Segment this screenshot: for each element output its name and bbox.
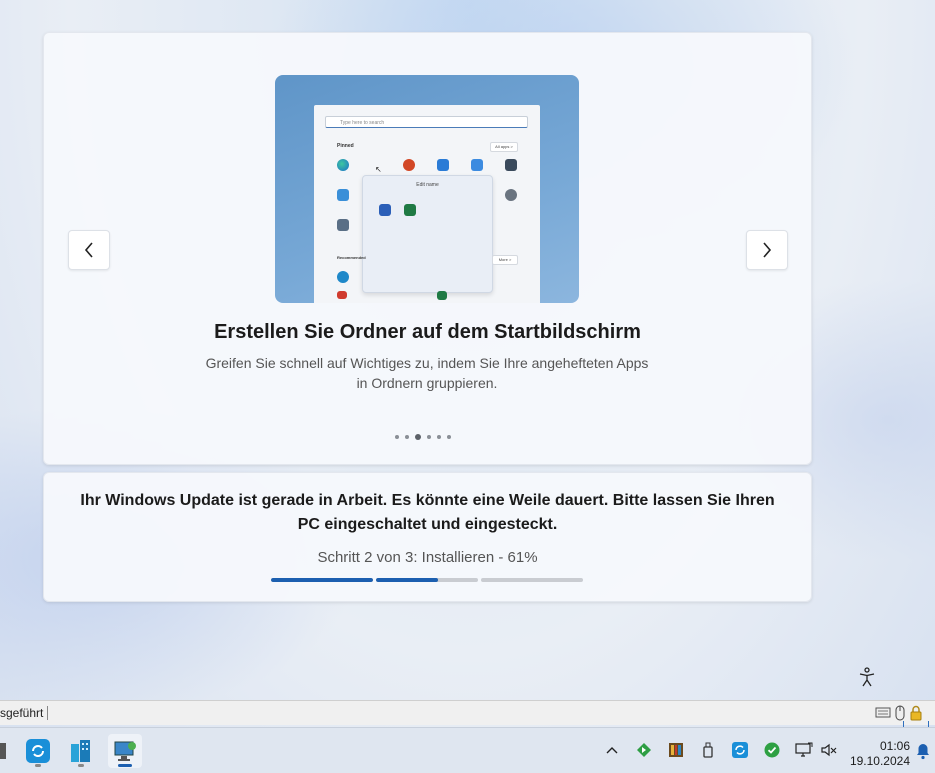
show-hidden-icons-button[interactable] [602, 740, 622, 760]
start-menu-preview: Type here to search Pinned All apps > Ed… [314, 105, 540, 303]
notifications-button[interactable] [915, 742, 933, 760]
calendar-icon [471, 159, 483, 171]
start-search-preview: Type here to search [325, 116, 528, 128]
chevron-left-icon [84, 242, 93, 258]
excel-icon [404, 204, 416, 216]
carousel-dot-active[interactable] [415, 434, 421, 440]
calculator-icon [337, 219, 349, 231]
remote-desktop-icon [114, 741, 136, 761]
accessibility-icon [859, 667, 875, 687]
checkmark-shield-icon [764, 742, 780, 758]
pdf-icon [337, 291, 347, 299]
mail-icon [437, 159, 449, 171]
taskbar-active-indicator [118, 764, 132, 767]
store-icon [505, 159, 517, 171]
pinned-label: Pinned [337, 143, 354, 149]
app-icon [0, 743, 6, 759]
all-apps-label: All apps > [490, 142, 518, 152]
taskbar-app-sync[interactable] [21, 734, 55, 768]
update-message: Ihr Windows Update ist gerade in Arbeit.… [80, 492, 775, 533]
taskbar-app-partial[interactable] [0, 734, 12, 768]
taskbar: 01:06 19.10.2024 [0, 727, 935, 773]
slide-description: Greifen Sie schnell auf Wichtiges zu, in… [205, 355, 649, 391]
previous-slide-button[interactable] [68, 230, 110, 270]
taskbar-running-indicator [78, 764, 84, 767]
edge-icon [337, 159, 349, 171]
next-slide-button[interactable] [746, 230, 788, 270]
folder-title: Edit name [416, 182, 439, 188]
carousel-dot[interactable] [395, 435, 399, 439]
progress-segment-1 [271, 578, 373, 582]
tray-sync[interactable] [730, 740, 750, 760]
tray-security-ok[interactable] [762, 740, 782, 760]
lock-icon[interactable] [909, 705, 923, 721]
keyboard-icon[interactable] [875, 705, 891, 719]
tray-green-diamond[interactable] [634, 740, 654, 760]
viewer-status-bar: sgeführt [0, 700, 935, 730]
carousel-dot[interactable] [427, 435, 431, 439]
excel-file-icon [437, 291, 447, 300]
carousel-dot[interactable] [405, 435, 409, 439]
system-clock[interactable]: 01:06 19.10.2024 [850, 739, 910, 769]
bell-icon [917, 744, 929, 760]
chevron-up-icon [606, 747, 618, 754]
network-icon [795, 742, 813, 757]
carousel-dot[interactable] [447, 435, 451, 439]
mouse-icon[interactable] [894, 705, 906, 721]
buildings-icon [71, 740, 90, 762]
recommended-label: Recommended [337, 255, 366, 260]
status-bar-icons [875, 705, 923, 721]
accessibility-button[interactable] [855, 665, 879, 689]
progress-segment-2 [376, 578, 478, 582]
update-step-text: Schritt 2 von 3: Installieren - 61% [317, 549, 538, 566]
taskbar-app-remote-desktop[interactable] [108, 734, 142, 768]
photos-icon [337, 189, 349, 201]
sync-icon [26, 739, 50, 763]
slide-title: Erstellen Sie Ordner auf dem Startbildsc… [214, 321, 641, 343]
start-folder-preview: Edit name [362, 175, 493, 293]
clock-date: 19.10.2024 [849, 754, 910, 768]
green-diamond-icon [637, 743, 651, 757]
clock-time: 01:06 [879, 739, 910, 753]
carousel-dot[interactable] [437, 435, 441, 439]
sync-icon [732, 742, 748, 758]
tray-usb-device[interactable] [698, 740, 718, 760]
update-status-card: Ihr Windows Update ist gerade in Arbeit.… [43, 472, 812, 602]
settings-icon [505, 189, 517, 201]
tray-volume-muted[interactable] [819, 740, 839, 760]
taskbar-running-indicator [35, 764, 41, 767]
update-progress-bar [271, 578, 583, 582]
more-label: More > [492, 255, 518, 265]
feature-illustration: Type here to search Pinned All apps > Ed… [275, 75, 579, 303]
powerpoint-icon [403, 159, 415, 171]
speaker-muted-icon [821, 743, 837, 757]
recommended-app-icon [337, 271, 349, 283]
progress-segment-3 [481, 578, 583, 582]
bookshelf-icon [669, 743, 683, 757]
status-bar-text: sgeführt [0, 706, 49, 720]
carousel-pagination [395, 434, 451, 440]
tray-network[interactable] [794, 740, 814, 760]
mouse-cursor-icon: ↖ [375, 165, 382, 174]
chevron-right-icon [763, 242, 772, 258]
taskbar-app-buildings[interactable] [64, 734, 98, 768]
feature-carousel-card: Type here to search Pinned All apps > Ed… [43, 32, 812, 465]
word-icon [379, 204, 391, 216]
tray-bookshelf[interactable] [666, 740, 686, 760]
usb-drive-icon [703, 742, 713, 758]
